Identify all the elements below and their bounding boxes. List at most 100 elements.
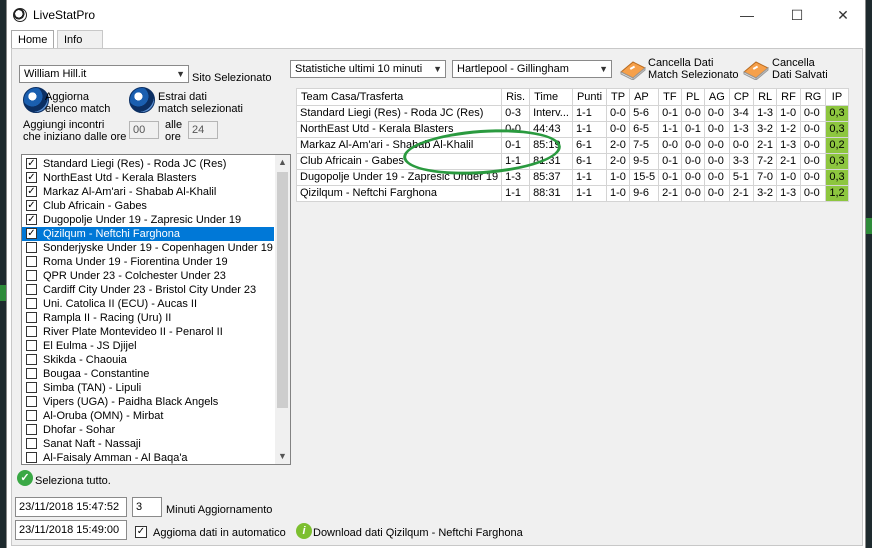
- list-item[interactable]: Sanat Naft - Nassaji: [22, 437, 274, 451]
- soccer-ball-icon: [13, 8, 27, 22]
- checkbox[interactable]: [26, 326, 37, 337]
- table-row[interactable]: Standard Liegi (Res) - Roda JC (Res) 0-3 I…: [295, 105, 849, 122]
- column-header[interactable]: CP: [728, 88, 755, 106]
- column-header[interactable]: Team Casa/Trasferta: [295, 88, 503, 106]
- eraser-icon[interactable]: [617, 58, 647, 80]
- update-minutes-input[interactable]: 3: [132, 497, 162, 517]
- from-hour-input[interactable]: 00: [129, 121, 159, 139]
- checkbox-checked[interactable]: ✓: [26, 214, 37, 225]
- list-item[interactable]: Al-Faisaly Amman - Al Baqa'a: [22, 451, 274, 464]
- column-header[interactable]: Punti: [571, 88, 608, 106]
- match-select[interactable]: Hartlepool - Gillingham ▼: [452, 60, 612, 78]
- auto-update-label[interactable]: Aggioma dati in automatico: [153, 527, 286, 539]
- table-cell: 1-3: [776, 137, 801, 154]
- list-item[interactable]: Uni. Catolica II (ECU) - Aucas II: [22, 297, 274, 311]
- bookmaker-select[interactable]: William Hill.it ▼: [19, 65, 189, 83]
- stats-period-select[interactable]: Statistiche ultimi 10 minuti ▼: [290, 60, 446, 78]
- table-row[interactable]: Dugopolje Under 19 - Zapresic Under 19 1-…: [295, 169, 849, 186]
- match-checklist[interactable]: ▲ ▼ ✓ Standard Liegi (Res) - Roda JC (Res…: [21, 154, 291, 465]
- extract-data-ball-icon[interactable]: [129, 87, 155, 113]
- column-header[interactable]: RG: [799, 88, 827, 106]
- list-item[interactable]: ✓ Markaz Al-Am'ari - Shabab Al-Khalil: [22, 185, 274, 199]
- column-header[interactable]: TP: [606, 88, 631, 106]
- list-item[interactable]: ✓ Qizilqum - Neftchi Farghona: [22, 227, 274, 241]
- checkbox[interactable]: [26, 396, 37, 407]
- checkbox[interactable]: [26, 312, 37, 323]
- list-item[interactable]: Sonderjyske Under 19 - Copenhagen Under …: [22, 241, 274, 255]
- list-item[interactable]: El Eulma - JS Djijel: [22, 339, 274, 353]
- column-header[interactable]: RL: [753, 88, 778, 106]
- scrollbar-thumb[interactable]: [277, 172, 288, 408]
- list-item[interactable]: ✓ Dugopolje Under 19 - Zapresic Under 19: [22, 213, 274, 227]
- select-all-label[interactable]: Seleziona tutto.: [35, 475, 111, 487]
- tab-home[interactable]: Home: [11, 30, 55, 50]
- list-item[interactable]: ✓ NorthEast Utd - Kerala Blasters: [22, 171, 274, 185]
- checkbox[interactable]: [26, 354, 37, 365]
- stats-grid: Team Casa/Trasferta Ris. Time Punti TP AP TF PL…: [295, 88, 849, 202]
- table-row[interactable]: Qizilqum - Neftchi Farghona 1-1 88:31 1-1 1-…: [295, 185, 849, 202]
- column-header[interactable]: IP: [825, 88, 849, 106]
- list-item[interactable]: Rampla II - Racing (Uru) II: [22, 311, 274, 325]
- list-item[interactable]: Cardiff City Under 23 - Bristol City Und…: [22, 283, 274, 297]
- table-row[interactable]: Club Africain - Gabes 1-1 81:31 6-1 2-0 9-5 0-…: [295, 153, 849, 170]
- checkbox[interactable]: [26, 424, 37, 435]
- scroll-up-icon[interactable]: ▲: [275, 155, 290, 170]
- checkbox[interactable]: [26, 270, 37, 281]
- clear-saved-label-1[interactable]: Cancella: [772, 57, 815, 69]
- scroll-down-icon[interactable]: ▼: [275, 449, 290, 464]
- column-header[interactable]: Time: [529, 88, 573, 106]
- list-item-label: QPR Under 23 - Colchester Under 23: [43, 270, 226, 282]
- list-item[interactable]: QPR Under 23 - Colchester Under 23: [22, 269, 274, 283]
- list-item[interactable]: Al-Oruba (OMN) - Mirbat: [22, 409, 274, 423]
- checkbox-checked[interactable]: ✓: [26, 200, 37, 211]
- eraser-icon[interactable]: [740, 58, 770, 80]
- checkbox-checked[interactable]: ✓: [26, 186, 37, 197]
- list-item[interactable]: Dhofar - Sohar: [22, 423, 274, 437]
- update-list-label-2[interactable]: elenco match: [45, 103, 110, 115]
- column-header[interactable]: AP: [629, 88, 660, 106]
- checkbox[interactable]: [26, 368, 37, 379]
- checkbox[interactable]: [26, 438, 37, 449]
- checkbox-checked[interactable]: ✓: [26, 158, 37, 169]
- checkbox[interactable]: [26, 298, 37, 309]
- list-item[interactable]: Skikda - Chaouia: [22, 353, 274, 367]
- extract-data-label-2[interactable]: match selezionati: [158, 103, 243, 115]
- checkbox[interactable]: [26, 284, 37, 295]
- checkbox-checked[interactable]: ✓: [26, 172, 37, 183]
- list-item-label: Standard Liegi (Res) - Roda JC (Res): [43, 158, 227, 170]
- list-item[interactable]: Bougaa - Constantine: [22, 367, 274, 381]
- clear-selected-label-1[interactable]: Cancella Dati: [648, 57, 713, 69]
- checkbox[interactable]: [26, 452, 37, 463]
- list-item[interactable]: Simba (TAN) - Lipuli: [22, 381, 274, 395]
- checkbox[interactable]: [26, 340, 37, 351]
- checkbox[interactable]: [26, 410, 37, 421]
- list-item[interactable]: Vipers (UGA) - Paidha Black Angels: [22, 395, 274, 409]
- extract-data-label-1[interactable]: Estrai dati: [158, 91, 207, 103]
- checkbox[interactable]: [26, 256, 37, 267]
- column-header[interactable]: PL: [681, 88, 705, 106]
- tab-info[interactable]: Info: [57, 30, 103, 49]
- list-item[interactable]: ✓ Club Africain - Gabes: [22, 199, 274, 213]
- table-cell: 1-3: [776, 185, 801, 202]
- close-button[interactable]: ✕: [821, 4, 865, 26]
- column-header[interactable]: Ris.: [501, 88, 531, 106]
- checkbox-checked[interactable]: ✓: [26, 228, 37, 239]
- minimize-button[interactable]: —: [725, 4, 769, 26]
- table-row[interactable]: Markaz Al-Am'ari - Shabab Al-Khalil 0-1 85…: [295, 137, 849, 154]
- list-item[interactable]: ✓ Standard Liegi (Res) - Roda JC (Res): [22, 157, 274, 171]
- update-list-label-1[interactable]: Aggiorna: [45, 91, 89, 103]
- column-header[interactable]: AG: [703, 88, 730, 106]
- checkmark-icon[interactable]: ✓: [17, 470, 33, 486]
- column-header[interactable]: TF: [658, 88, 683, 106]
- to-hour-input[interactable]: 24: [188, 121, 218, 139]
- clear-saved-label-2[interactable]: Dati Salvati: [772, 69, 828, 81]
- list-item[interactable]: Roma Under 19 - Fiorentina Under 19: [22, 255, 274, 269]
- maximize-button[interactable]: ☐: [775, 4, 819, 26]
- column-header[interactable]: RF: [776, 88, 801, 106]
- clear-selected-label-2[interactable]: Match Selezionato: [648, 69, 739, 81]
- list-item[interactable]: River Plate Montevideo II - Penarol II: [22, 325, 274, 339]
- auto-update-checkbox[interactable]: ✓: [135, 526, 147, 538]
- table-row[interactable]: NorthEast Utd - Kerala Blasters 0-0 44:43 1…: [295, 121, 849, 138]
- checkbox[interactable]: [26, 382, 37, 393]
- checkbox[interactable]: [26, 242, 37, 253]
